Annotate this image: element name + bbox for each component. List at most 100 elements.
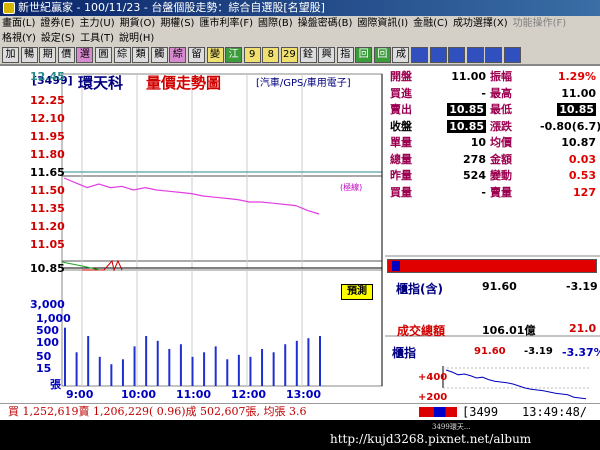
status-clock: 13:49:48/ — [522, 405, 588, 419]
toolbar-button-24[interactable] — [448, 47, 466, 63]
menu-item-row1-9[interactable]: 金融(C) — [413, 16, 448, 31]
volume-bar — [156, 340, 159, 386]
volume-bar — [133, 346, 136, 386]
quote-value-low: 10.85 — [540, 103, 596, 117]
taskbar-url: http://kujd3268.pixnet.net/album — [330, 432, 532, 446]
toolbar-button-27[interactable] — [504, 47, 522, 63]
stock-name: 環天科 — [78, 74, 124, 92]
toolbar-button-8[interactable]: 觸 — [150, 47, 168, 63]
toolbar-button-23[interactable] — [429, 47, 447, 63]
quote-value-unit_vol: 10 — [470, 136, 486, 149]
toolbar-button-18[interactable]: 指 — [336, 47, 354, 63]
menu-item-row1-10[interactable]: 成功選擇(X) — [453, 16, 508, 31]
stock-tags: [汽車/GPS/車用電子] — [256, 78, 351, 89]
menu-item-row1-7[interactable]: 操盤密碼(B) — [298, 16, 353, 31]
toolbar-button-10[interactable]: 留 — [187, 47, 205, 63]
toolbar-button-4[interactable]: 選 — [76, 47, 94, 63]
quote-label-change: 變動 — [490, 169, 512, 182]
window-title: 新世紀贏家 - 100/11/23 - 台盤個股走勢：綜合自選股[名望股] — [18, 1, 325, 14]
time-tick-label: 9:00 — [66, 388, 94, 401]
toolbar-button-16[interactable]: 銓 — [299, 47, 317, 63]
volume-bar — [191, 356, 194, 386]
toolbar-button-3[interactable]: 價 — [57, 47, 75, 63]
menu-item-row1-6[interactable]: 國際(B) — [258, 16, 293, 31]
toolbar-button-2[interactable]: 期 — [39, 47, 57, 63]
menu-item-row1-5[interactable]: 匯市利率(F) — [199, 16, 253, 31]
volume-bar — [307, 338, 310, 386]
time-tick-label: 10:00 — [121, 388, 157, 401]
toolbar-button-7[interactable]: 類 — [132, 47, 150, 63]
volume-bar — [75, 352, 78, 386]
quote-label-total: 總量 — [390, 152, 412, 166]
toolbar-button-14[interactable]: 8 — [262, 47, 280, 63]
menu-item-row2-1[interactable]: 設定(S) — [41, 31, 75, 46]
volume-bar — [98, 356, 101, 386]
toolbar-button-22[interactable] — [411, 47, 429, 63]
volume-bar — [319, 336, 321, 386]
menu-item-row2-3[interactable]: 說明(H) — [119, 31, 154, 46]
quote-label-open: 開盤 — [390, 70, 412, 83]
volume-bar — [237, 354, 240, 386]
quote-label-amp: 振幅 — [490, 70, 512, 83]
volume-tick-label: 100 — [36, 336, 59, 349]
toolbar-button-12[interactable]: 江 — [225, 47, 243, 63]
mini-chg: -3.19 — [524, 346, 553, 357]
toolbar-button-17[interactable]: 興 — [318, 47, 336, 63]
menu-item-row2-0[interactable]: 格視(Y) — [2, 31, 36, 46]
menu-bar: 畫面(L) 證券(E) 主力(U) 期貨(O) 期權(S) 匯市利率(F) 國際(B) 操盤密… — [0, 16, 600, 46]
quote-label-close: 收盤 — [390, 119, 412, 133]
toolbar-button-15[interactable]: 29 — [280, 47, 298, 63]
index-chg: -3.19 — [566, 280, 598, 293]
toolbar-button-9[interactable]: 綜 — [169, 47, 187, 63]
toolbar-button-21[interactable]: 成 — [392, 47, 410, 63]
quote-value-high: 11.00 — [561, 86, 596, 100]
toolbar-button-11[interactable]: 變 — [206, 47, 224, 63]
quote-label-high: 最高 — [490, 86, 512, 100]
volume-bar — [295, 340, 298, 386]
toolbar-button-20[interactable]: 回 — [373, 47, 391, 63]
price-tick-label: 11.35 — [30, 202, 65, 215]
price-tick-label: 10.85 — [30, 262, 65, 275]
price-tick-label: 11.20 — [30, 220, 65, 233]
main-panel: [3499] 環天科 量價走勢圖 [汽車/GPS/車用電子] (極線) 12.4… — [0, 64, 600, 443]
toolbar-button-19[interactable]: 回 — [355, 47, 373, 63]
ref-note: (極線) — [340, 183, 363, 192]
bottom-button[interactable]: 預測 — [341, 284, 373, 300]
toolbar-button-6[interactable]: 綜 — [113, 47, 131, 63]
menu-item-row1-11[interactable]: 功能操作(F) — [513, 16, 567, 31]
volume-bar — [110, 364, 113, 386]
volume-bar — [145, 336, 148, 386]
index-label: 櫃指(含) — [396, 282, 443, 296]
volume-bar — [249, 356, 252, 386]
menu-item-row2-2[interactable]: 工具(T) — [80, 31, 114, 46]
volume-bar — [121, 359, 124, 386]
toolbar-button-5[interactable]: 圓 — [94, 47, 112, 63]
menu-item-row1-3[interactable]: 期貨(O) — [120, 16, 156, 31]
title-bar: 新世紀贏家 - 100/11/23 - 台盤個股走勢：綜合自選股[名望股] — [0, 0, 600, 16]
quote-label-avg: 均價 — [490, 136, 512, 149]
taskbar-hint[interactable]: 3499環天... — [432, 422, 471, 432]
volume-bar — [272, 352, 275, 386]
price-tick-label: 11.95 — [30, 130, 65, 143]
quote-value-avg: 10.87 — [561, 136, 596, 149]
bar-strip — [387, 259, 597, 273]
menu-item-row1-2[interactable]: 主力(U) — [80, 16, 115, 31]
quote-label-buyq: 買量 — [390, 185, 412, 199]
taskbar: 3499環天... http://kujd3268.pixnet.net/alb… — [0, 420, 600, 450]
status-bar: 買 1,252,619賣 1,206,229( 0.96)成 502,607張,… — [0, 403, 600, 420]
toolbar-button-13[interactable]: 9 — [243, 47, 261, 63]
quote-value-amount: 0.03 — [568, 152, 596, 166]
toolbar-button-0[interactable]: 加 — [2, 47, 19, 63]
menu-item-row1-8[interactable]: 國際資訊(I) — [357, 16, 408, 31]
quote-value-close: 10.85 — [420, 119, 486, 134]
toolbar-button-25[interactable] — [466, 47, 484, 63]
menu-item-row1-1[interactable]: 證券(E) — [40, 16, 74, 31]
menu-item-row1-4[interactable]: 期權(S) — [160, 16, 194, 31]
price-tick-label: 11.05 — [30, 238, 65, 251]
volume-bar — [87, 336, 90, 386]
quote-label-ask: 賣出 — [390, 103, 412, 116]
quote-label-bid: 買進 — [390, 86, 412, 100]
toolbar-button-26[interactable] — [485, 47, 503, 63]
menu-item-row1-0[interactable]: 畫面(L) — [2, 16, 35, 31]
toolbar-button-1[interactable]: 暢 — [20, 47, 38, 63]
